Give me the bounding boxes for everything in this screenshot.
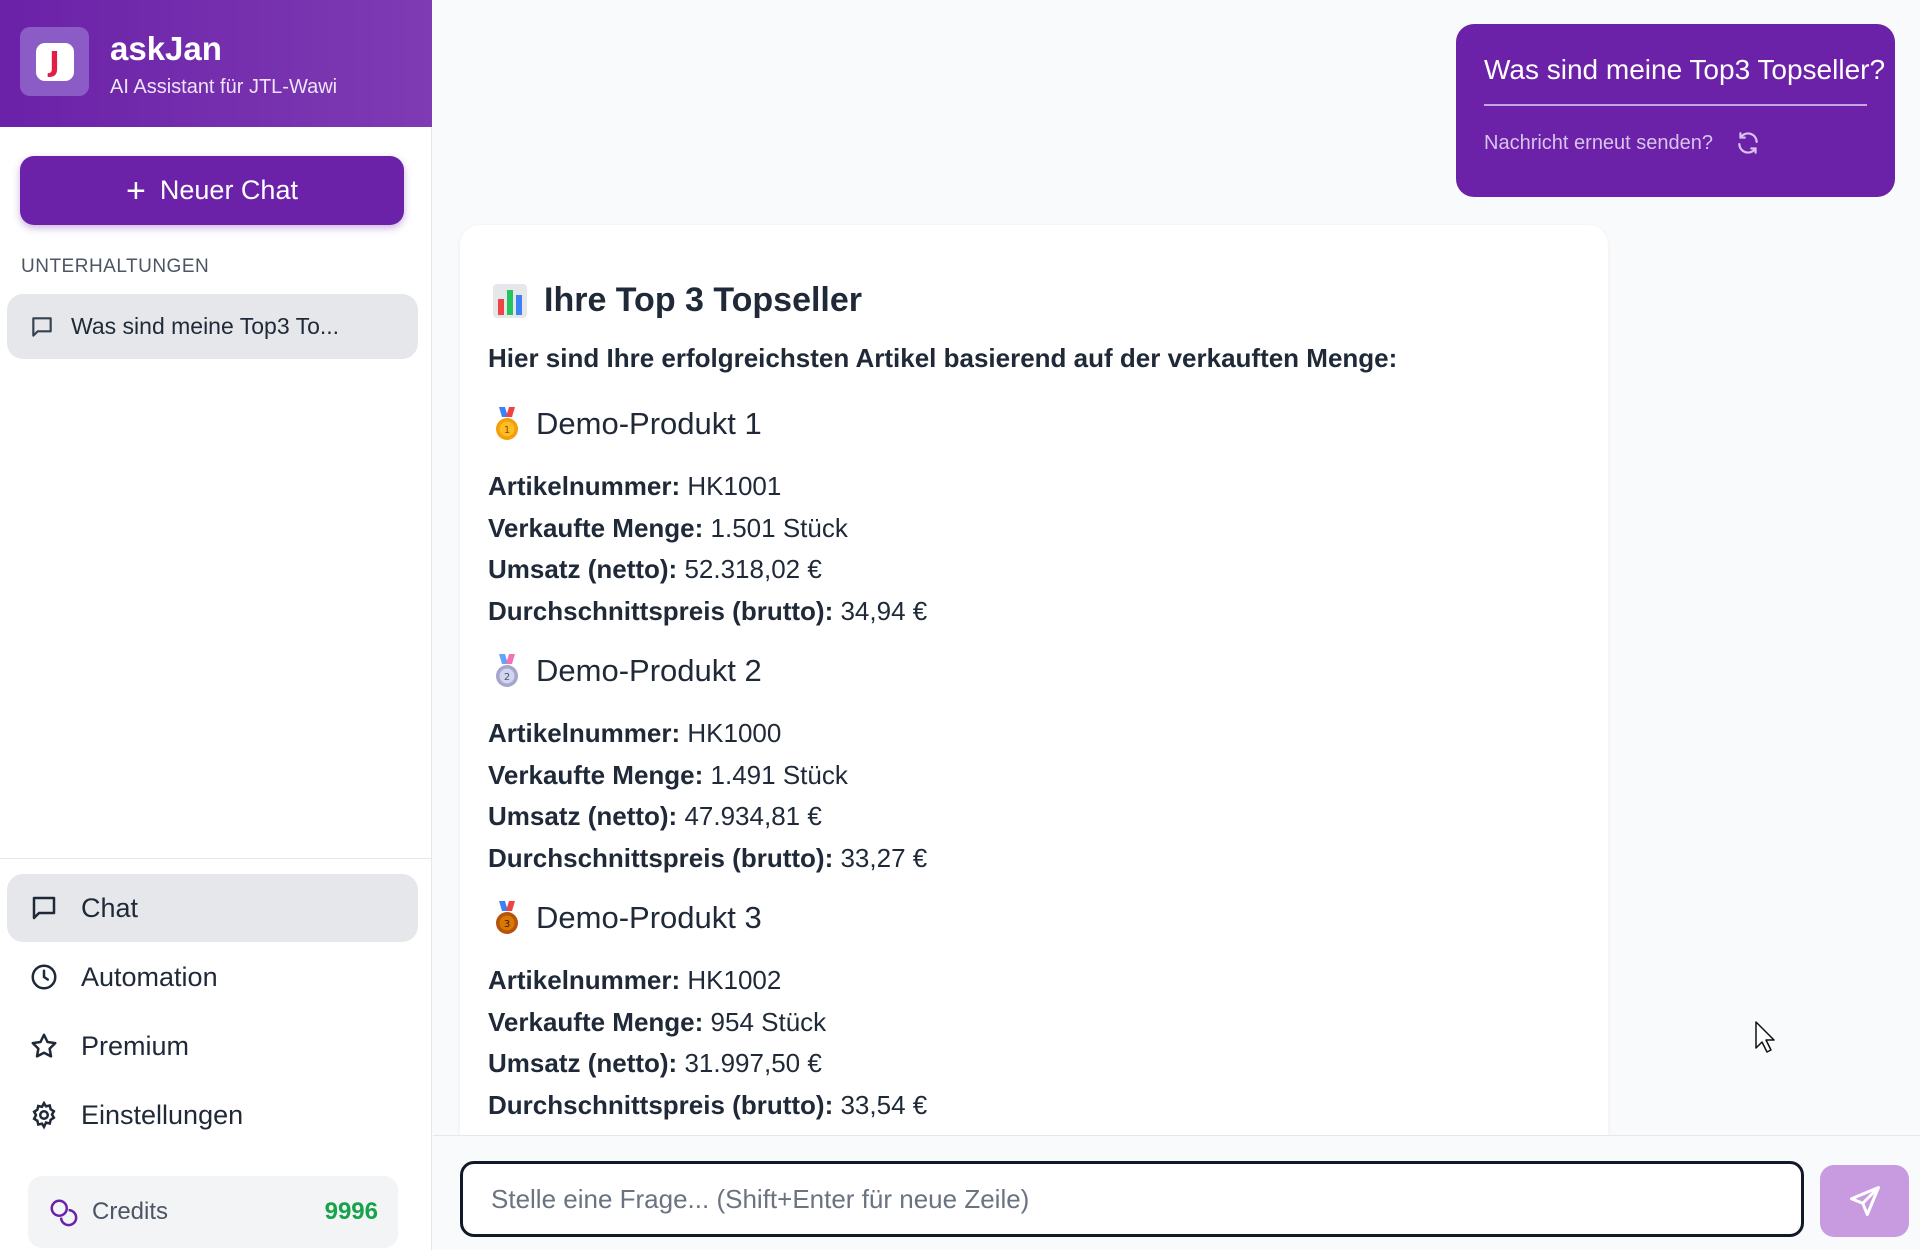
- row-value: 31.997,50 €: [684, 1048, 822, 1078]
- coins-icon: [50, 1199, 78, 1227]
- answer-intro: Hier sind Ihre erfolgreichsten Artikel b…: [488, 343, 1398, 373]
- sidebar-item-automation[interactable]: Automation: [7, 943, 418, 1011]
- row-key: Verkaufte Menge:: [488, 759, 704, 790]
- row-key: Umsatz (netto):: [488, 801, 678, 831]
- answer-title-text: Ihre Top 3 Topseller: [544, 281, 863, 319]
- resend-label[interactable]: Nachricht erneut senden?: [1484, 132, 1713, 155]
- chat-bubble-icon: [32, 316, 52, 337]
- sidebar-item-chat[interactable]: Chat: [7, 874, 418, 942]
- product-row: Durchschnittspreis (brutto): 33,27 €: [488, 838, 1568, 880]
- product-heading: 2 Demo-Produkt 2: [492, 651, 1568, 691]
- svg-text:1: 1: [504, 425, 510, 436]
- star-icon: [31, 1033, 57, 1058]
- new-chat-button[interactable]: + Neuer Chat: [20, 156, 404, 225]
- product-row: Artikelnummer: HK1001: [488, 466, 1568, 508]
- app-subtitle: AI Assistant für JTL-Wawi: [110, 76, 338, 98]
- product-row: Verkaufte Menge: 954 Stück: [488, 1002, 1568, 1044]
- bar-chart-icon: [493, 283, 527, 318]
- product-row: Durchschnittspreis (brutto): 33,54 €: [488, 1085, 1568, 1127]
- product-heading: 1 Demo-Produkt 1: [492, 404, 1568, 444]
- row-key: Artikelnummer:: [488, 965, 681, 995]
- mouse-cursor-icon: [1755, 1021, 1775, 1053]
- row-key: Verkaufte Menge:: [488, 512, 704, 543]
- row-key: Durchschnittspreis (brutto):: [488, 1089, 834, 1120]
- app-logo-icon: J: [20, 27, 89, 96]
- row-value: 1.491 Stück: [710, 759, 848, 790]
- sidebar-item-label: Chat: [81, 892, 139, 923]
- chat-icon: [32, 896, 56, 920]
- product-row: Umsatz (netto): 47.934,81 €: [488, 796, 1568, 838]
- logo-letter: J: [35, 42, 74, 81]
- conversation-title: Was sind meine Top3 To...: [71, 313, 340, 339]
- message-input[interactable]: [460, 1161, 1804, 1237]
- product-row: Artikelnummer: HK1002: [488, 960, 1568, 1002]
- app-title: askJan: [110, 30, 222, 67]
- row-value: HK1002: [687, 965, 782, 995]
- answer-title: Ihre Top 3 Topseller: [492, 281, 862, 320]
- row-value: HK1001: [687, 471, 782, 501]
- credits-label: Credits: [92, 1198, 169, 1225]
- product-block: 2 Demo-Produkt 2 Artikelnummer: HK1000 V…: [488, 651, 1568, 879]
- row-value: 33,54 €: [840, 1089, 928, 1120]
- product-heading: 3 Demo-Produkt 3: [492, 898, 1568, 938]
- refresh-icon[interactable]: [1735, 130, 1761, 156]
- row-value: 34,94 €: [840, 595, 928, 626]
- row-value: 47.934,81 €: [684, 801, 822, 831]
- sidebar: J askJan AI Assistant für JTL-Wawi + Neu…: [0, 0, 432, 1250]
- product-row: Verkaufte Menge: 1.491 Stück: [488, 755, 1568, 797]
- product-row: Verkaufte Menge: 1.501 Stück: [488, 508, 1568, 550]
- row-key: Durchschnittspreis (brutto):: [488, 842, 834, 873]
- credits-panel[interactable]: Credits 9996: [28, 1176, 398, 1248]
- row-key: Umsatz (netto):: [488, 1048, 678, 1078]
- new-chat-label: Neuer Chat: [159, 175, 298, 205]
- row-key: Artikelnummer:: [488, 718, 681, 748]
- row-key: Verkaufte Menge:: [488, 1006, 704, 1037]
- product-name: Demo-Produkt 3: [536, 900, 762, 935]
- gear-icon: [32, 1100, 56, 1130]
- product-row: Artikelnummer: HK1000: [488, 713, 1568, 755]
- row-value: 52.318,02 €: [684, 554, 822, 584]
- send-button[interactable]: [1820, 1165, 1909, 1237]
- plus-icon: +: [126, 171, 146, 210]
- conversations-heading: UNTERHALTUNGEN: [21, 256, 210, 277]
- row-value: 954 Stück: [710, 1006, 827, 1037]
- resend-row: Nachricht erneut senden?: [1484, 130, 1867, 156]
- sidebar-item-premium[interactable]: Premium: [7, 1012, 418, 1080]
- product-block: 3 Demo-Produkt 3 Artikelnummer: HK1002 V…: [488, 898, 1568, 1126]
- product-row: Umsatz (netto): 52.318,02 €: [488, 549, 1568, 591]
- brand-header: J askJan AI Assistant für JTL-Wawi: [0, 0, 432, 127]
- assistant-answer-card: Ihre Top 3 Topseller Hier sind Ihre erfo…: [460, 225, 1608, 1135]
- credits-value: 9996: [324, 1198, 378, 1225]
- bronze-medal-icon: 3: [496, 901, 518, 934]
- product-row: Durchschnittspreis (brutto): 34,94 €: [488, 591, 1568, 633]
- sidebar-item-settings[interactable]: Einstellungen: [7, 1081, 418, 1149]
- svg-text:2: 2: [504, 672, 510, 683]
- row-value: 33,27 €: [840, 842, 928, 873]
- user-message-bubble: Was sind meine Top3 Topseller? Nachricht…: [1456, 24, 1895, 197]
- product-row: Umsatz (netto): 31.997,50 €: [488, 1043, 1568, 1085]
- row-value: HK1000: [687, 718, 782, 748]
- row-key: Umsatz (netto):: [488, 554, 678, 584]
- sidebar-divider: [0, 858, 432, 859]
- silver-medal-icon: 2: [496, 654, 518, 687]
- row-key: Durchschnittspreis (brutto):: [488, 595, 834, 626]
- user-message-text: Was sind meine Top3 Topseller?: [1484, 54, 1885, 106]
- svg-text:3: 3: [504, 919, 510, 930]
- product-name: Demo-Produkt 2: [536, 653, 762, 688]
- clock-icon: [31, 964, 57, 990]
- gold-medal-icon: 1: [496, 407, 518, 440]
- send-icon: [1849, 1186, 1880, 1216]
- conversation-item[interactable]: Was sind meine Top3 To...: [7, 294, 418, 359]
- row-key: Artikelnummer:: [488, 471, 681, 501]
- row-value: 1.501 Stück: [710, 512, 848, 543]
- product-block: 1 Demo-Produkt 1 Artikelnummer: HK1001 V…: [488, 404, 1568, 632]
- sidebar-item-label: Einstellungen: [81, 1099, 244, 1130]
- product-name: Demo-Produkt 1: [536, 406, 762, 441]
- sidebar-item-label: Premium: [81, 1030, 190, 1061]
- sidebar-item-label: Automation: [81, 961, 218, 992]
